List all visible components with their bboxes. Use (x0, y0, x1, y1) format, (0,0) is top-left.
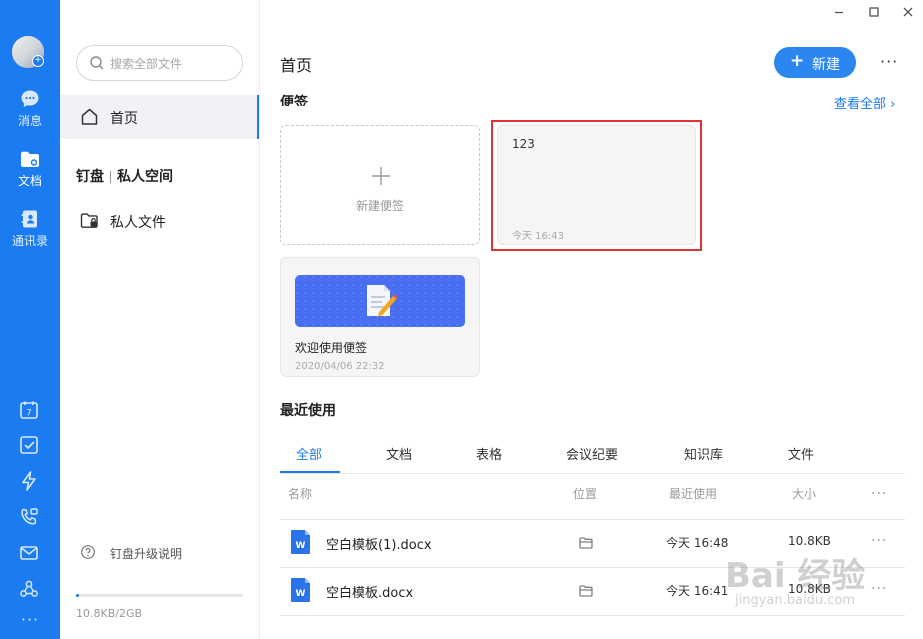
folder-icon[interactable] (579, 585, 593, 597)
mail-icon[interactable] (18, 542, 40, 564)
welcome-note-time: 2020/04/06 22:32 (295, 361, 385, 372)
new-button-label: 新建 (812, 57, 840, 73)
home-icon (81, 108, 98, 125)
active-indicator (257, 95, 259, 139)
welcome-note-title: 欢迎使用便签 (295, 341, 368, 355)
note-card[interactable]: 123 今天 16:43 (497, 125, 696, 245)
tab-meeting-notes[interactable]: 会议纪要 (566, 444, 618, 463)
watermark: Bai 经验 jingyan.baidu.com (725, 548, 915, 633)
folder-icon[interactable] (579, 537, 593, 549)
org-chart-icon[interactable] (18, 578, 40, 600)
close-icon[interactable] (901, 5, 915, 19)
recent-section-heading: 最近使用 (280, 403, 336, 419)
header-more-icon[interactable]: ··· (871, 486, 887, 502)
file-name: 空白模板.docx (326, 586, 414, 601)
file-last-used: 今天 16:41 (666, 584, 729, 598)
tab-all[interactable]: 全部 (296, 444, 322, 463)
see-all-label: 查看全部 (834, 97, 887, 112)
chevron-right-icon: › (886, 97, 896, 112)
nav-item-label: 私人文件 (110, 215, 166, 231)
file-nav-panel: 搜索全部文件 首页 钉盘 私人空间 私人文件 钉盘升级说明 10.8KB/2GB (60, 0, 260, 639)
page-title: 首页 (280, 56, 313, 75)
phone-call-icon[interactable] (18, 506, 40, 528)
maximize-icon[interactable] (867, 5, 881, 19)
minimize-icon[interactable] (832, 5, 846, 19)
search-input[interactable]: 搜索全部文件 (76, 45, 243, 81)
new-button[interactable]: + 新建 (774, 47, 856, 78)
document-folder-icon (21, 151, 39, 167)
row-more-icon[interactable]: ··· (871, 533, 887, 549)
upgrade-label: 钉盘升级说明 (110, 547, 183, 561)
tab-documents[interactable]: 文档 (386, 444, 412, 463)
note-content: 123 (512, 137, 535, 151)
left-rail: + 消息 文档 通讯录 7 ··· (0, 0, 60, 639)
svg-text:W: W (296, 589, 306, 599)
contacts-book-icon (21, 210, 37, 228)
nav-item-label: 首页 (110, 111, 138, 127)
svg-text:W: W (296, 541, 306, 551)
tabs-divider (280, 473, 905, 474)
help-circle-icon (81, 545, 95, 559)
more-options-icon[interactable]: ··· (880, 52, 898, 71)
calendar-icon[interactable]: 7 (18, 399, 40, 421)
file-name: 空白模板(1).docx (326, 538, 432, 553)
rail-item-messages[interactable]: 消息 (0, 88, 60, 129)
checkbox-icon[interactable] (18, 434, 40, 456)
tab-knowledge-base[interactable]: 知识库 (684, 444, 723, 463)
column-header-name: 名称 (288, 487, 313, 501)
storage-progress-fill (76, 594, 80, 597)
storage-usage-text: 10.8KB/2GB (76, 607, 143, 620)
see-all-link[interactable]: 查看全部 › (834, 93, 895, 112)
watermark-url: jingyan.baidu.com (735, 593, 855, 608)
locked-folder-icon (80, 213, 98, 228)
section-drive-label: 钉盘 (76, 169, 104, 185)
rail-more-icon[interactable]: ··· (0, 610, 60, 629)
rail-item-label: 通讯录 (11, 234, 48, 248)
plus-icon (372, 167, 390, 185)
watermark-logo-text: Bai 经验 (725, 556, 866, 596)
search-placeholder: 搜索全部文件 (110, 57, 183, 71)
plus-icon: + (790, 51, 805, 71)
welcome-banner (295, 275, 465, 327)
tab-sheets[interactable]: 表格 (476, 444, 502, 463)
section-private-label: 私人空间 (117, 169, 173, 185)
tab-files[interactable]: 文件 (788, 444, 814, 463)
file-size: 10.8KB (788, 534, 831, 548)
column-header-last-used: 最近使用 (669, 487, 718, 501)
new-note-card[interactable]: 新建便签 (280, 125, 480, 245)
nav-item-home[interactable]: 首页 (60, 95, 259, 139)
nav-section-title: 钉盘 私人空间 (76, 166, 173, 186)
column-header-size: 大小 (792, 487, 817, 501)
word-file-icon: W (291, 530, 310, 554)
column-header-location: 位置 (573, 487, 598, 501)
file-last-used: 今天 16:48 (666, 536, 729, 550)
note-time: 今天 16:43 (512, 231, 564, 242)
word-file-icon: W (291, 578, 310, 602)
welcome-note-card[interactable]: 欢迎使用便签 2020/04/06 22:32 (280, 257, 480, 377)
storage-progress-bar (76, 594, 243, 597)
calendar-day: 7 (26, 409, 32, 419)
rail-item-documents[interactable]: 文档 (0, 148, 60, 189)
notes-section-heading: 便签 (280, 95, 308, 106)
new-note-label: 新建便签 (355, 199, 404, 213)
rail-item-contacts[interactable]: 通讯录 (0, 208, 60, 249)
lightning-icon[interactable] (18, 470, 40, 492)
add-account-icon[interactable]: + (32, 55, 44, 67)
rail-item-label: 文档 (17, 174, 42, 188)
row-divider (280, 519, 905, 520)
chat-bubble-icon (21, 90, 39, 107)
search-icon (90, 56, 104, 70)
rail-item-label: 消息 (17, 114, 42, 128)
note-pencil-icon (295, 275, 465, 327)
